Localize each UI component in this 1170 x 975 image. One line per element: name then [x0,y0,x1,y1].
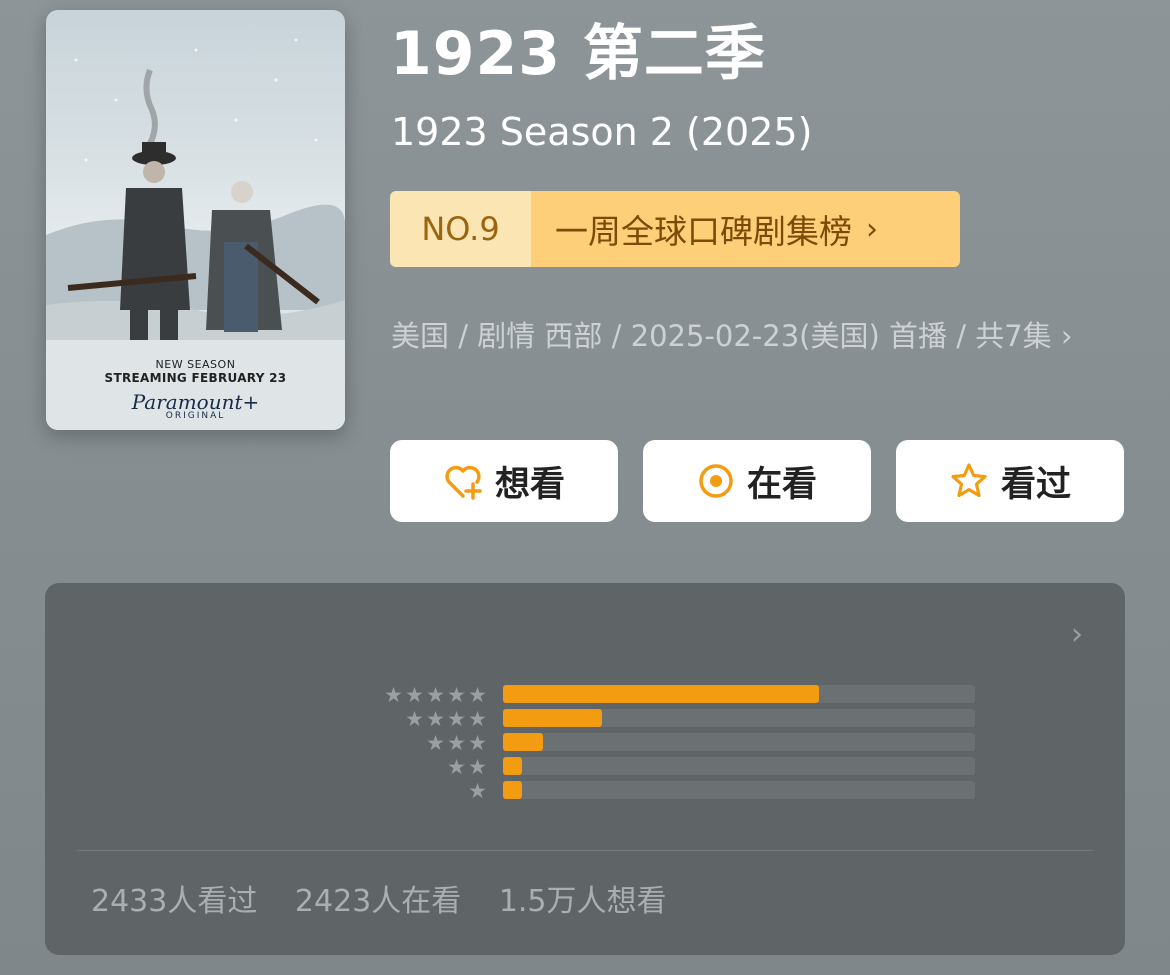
rating-row-2: ★ ★ [45,755,1125,779]
watched-button[interactable]: 看过 [896,440,1124,522]
rating-bar-fill [503,709,602,727]
want-count: 1.5万人想看 [498,884,667,919]
star-icon: ★ [405,683,424,707]
rating-row-4: ★ ★ ★ ★ [45,707,1125,731]
star-icon: ★ [468,779,487,803]
watching-button[interactable]: 在看 [643,440,871,522]
ranking-badge[interactable]: NO.9 一周全球口碑剧集榜 › [390,191,960,267]
chevron-right-icon[interactable]: › [1071,617,1083,652]
rating-stars: ★ ★ ★ ★ [404,707,488,731]
star-icon: ★ [447,755,466,779]
star-icon: ★ [468,707,487,731]
rating-stars: ★ [467,779,488,803]
rating-row-1: ★ [45,779,1125,803]
rating-bar-fill [503,781,522,799]
star-icon: ★ [426,731,445,755]
watching-count: 2423人在看 [294,884,462,919]
rating-bar-track [503,685,975,703]
page-title: 1923 第二季 [390,19,766,89]
heart-plus-icon [445,465,482,500]
star-icon: ★ [405,707,424,731]
rating-bar-track [503,757,975,775]
want-to-watch-label: 想看 [494,464,565,505]
rating-bar-fill [503,685,819,703]
rating-stars: ★ ★ ★ [425,731,488,755]
rating-row-5: ★ ★ ★ ★ ★ [45,683,1125,707]
poster-streaming: STREAMING FEBRUARY 23 [104,371,287,385]
rating-stars: ★ ★ [446,755,488,779]
star-icon: ★ [447,683,466,707]
star-icon: ★ [384,683,403,707]
watch-stats: 2433人看过 2423人在看 1.5万人想看 [91,876,695,920]
rating-bar-track [503,709,975,727]
watched-label: 看过 [1000,464,1071,505]
poster-image[interactable]: NEW SEASON STREAMING FEBRUARY 23 Paramou… [46,10,345,430]
watching-label: 在看 [746,464,817,505]
rating-row-3: ★ ★ ★ [45,731,1125,755]
target-icon [699,464,733,498]
rating-bar-track [503,781,975,799]
poster-new-season: NEW SEASON [155,358,236,371]
star-icon: ★ [468,755,487,779]
star-icon: ★ [447,731,466,755]
watched-count: 2433人看过 [91,884,258,919]
star-icon: ★ [426,683,445,707]
meta-text: 美国 / 剧情 西部 / 2025-02-23(美国) 首播 / 共7集 [391,319,1052,353]
star-outline-icon [951,463,987,498]
show-meta[interactable]: 美国 / 剧情 西部 / 2025-02-23(美国) 首播 / 共7集 › [391,308,1126,365]
chevron-right-icon: › [1060,319,1073,353]
divider [77,850,1093,851]
star-icon: ★ [447,707,466,731]
star-icon: ★ [426,707,445,731]
star-icon: ★ [468,731,487,755]
star-icon: ★ [468,683,487,707]
ranking-list-name: 一周全球口碑剧集榜 [555,212,852,251]
rating-card[interactable]: › ★ ★ ★ ★ ★ ★ ★ ★ ★ ★ ★ ★ ★ ★ ★ 2433人看过 2423人在看 1.5万人想… [45,583,1125,955]
want-to-watch-button[interactable]: 想看 [390,440,618,522]
ranking-number: NO.9 [390,191,531,267]
poster-original: ORIGINAL [165,411,226,421]
rating-bar-fill [503,757,522,775]
ranking-list: 一周全球口碑剧集榜 › [531,191,960,267]
original-title: 1923 Season 2 (2025) [391,110,813,154]
rating-bar-fill [503,733,543,751]
rating-stars: ★ ★ ★ ★ ★ [383,683,488,707]
rating-bar-track [503,733,975,751]
chevron-right-icon: › [866,211,878,247]
